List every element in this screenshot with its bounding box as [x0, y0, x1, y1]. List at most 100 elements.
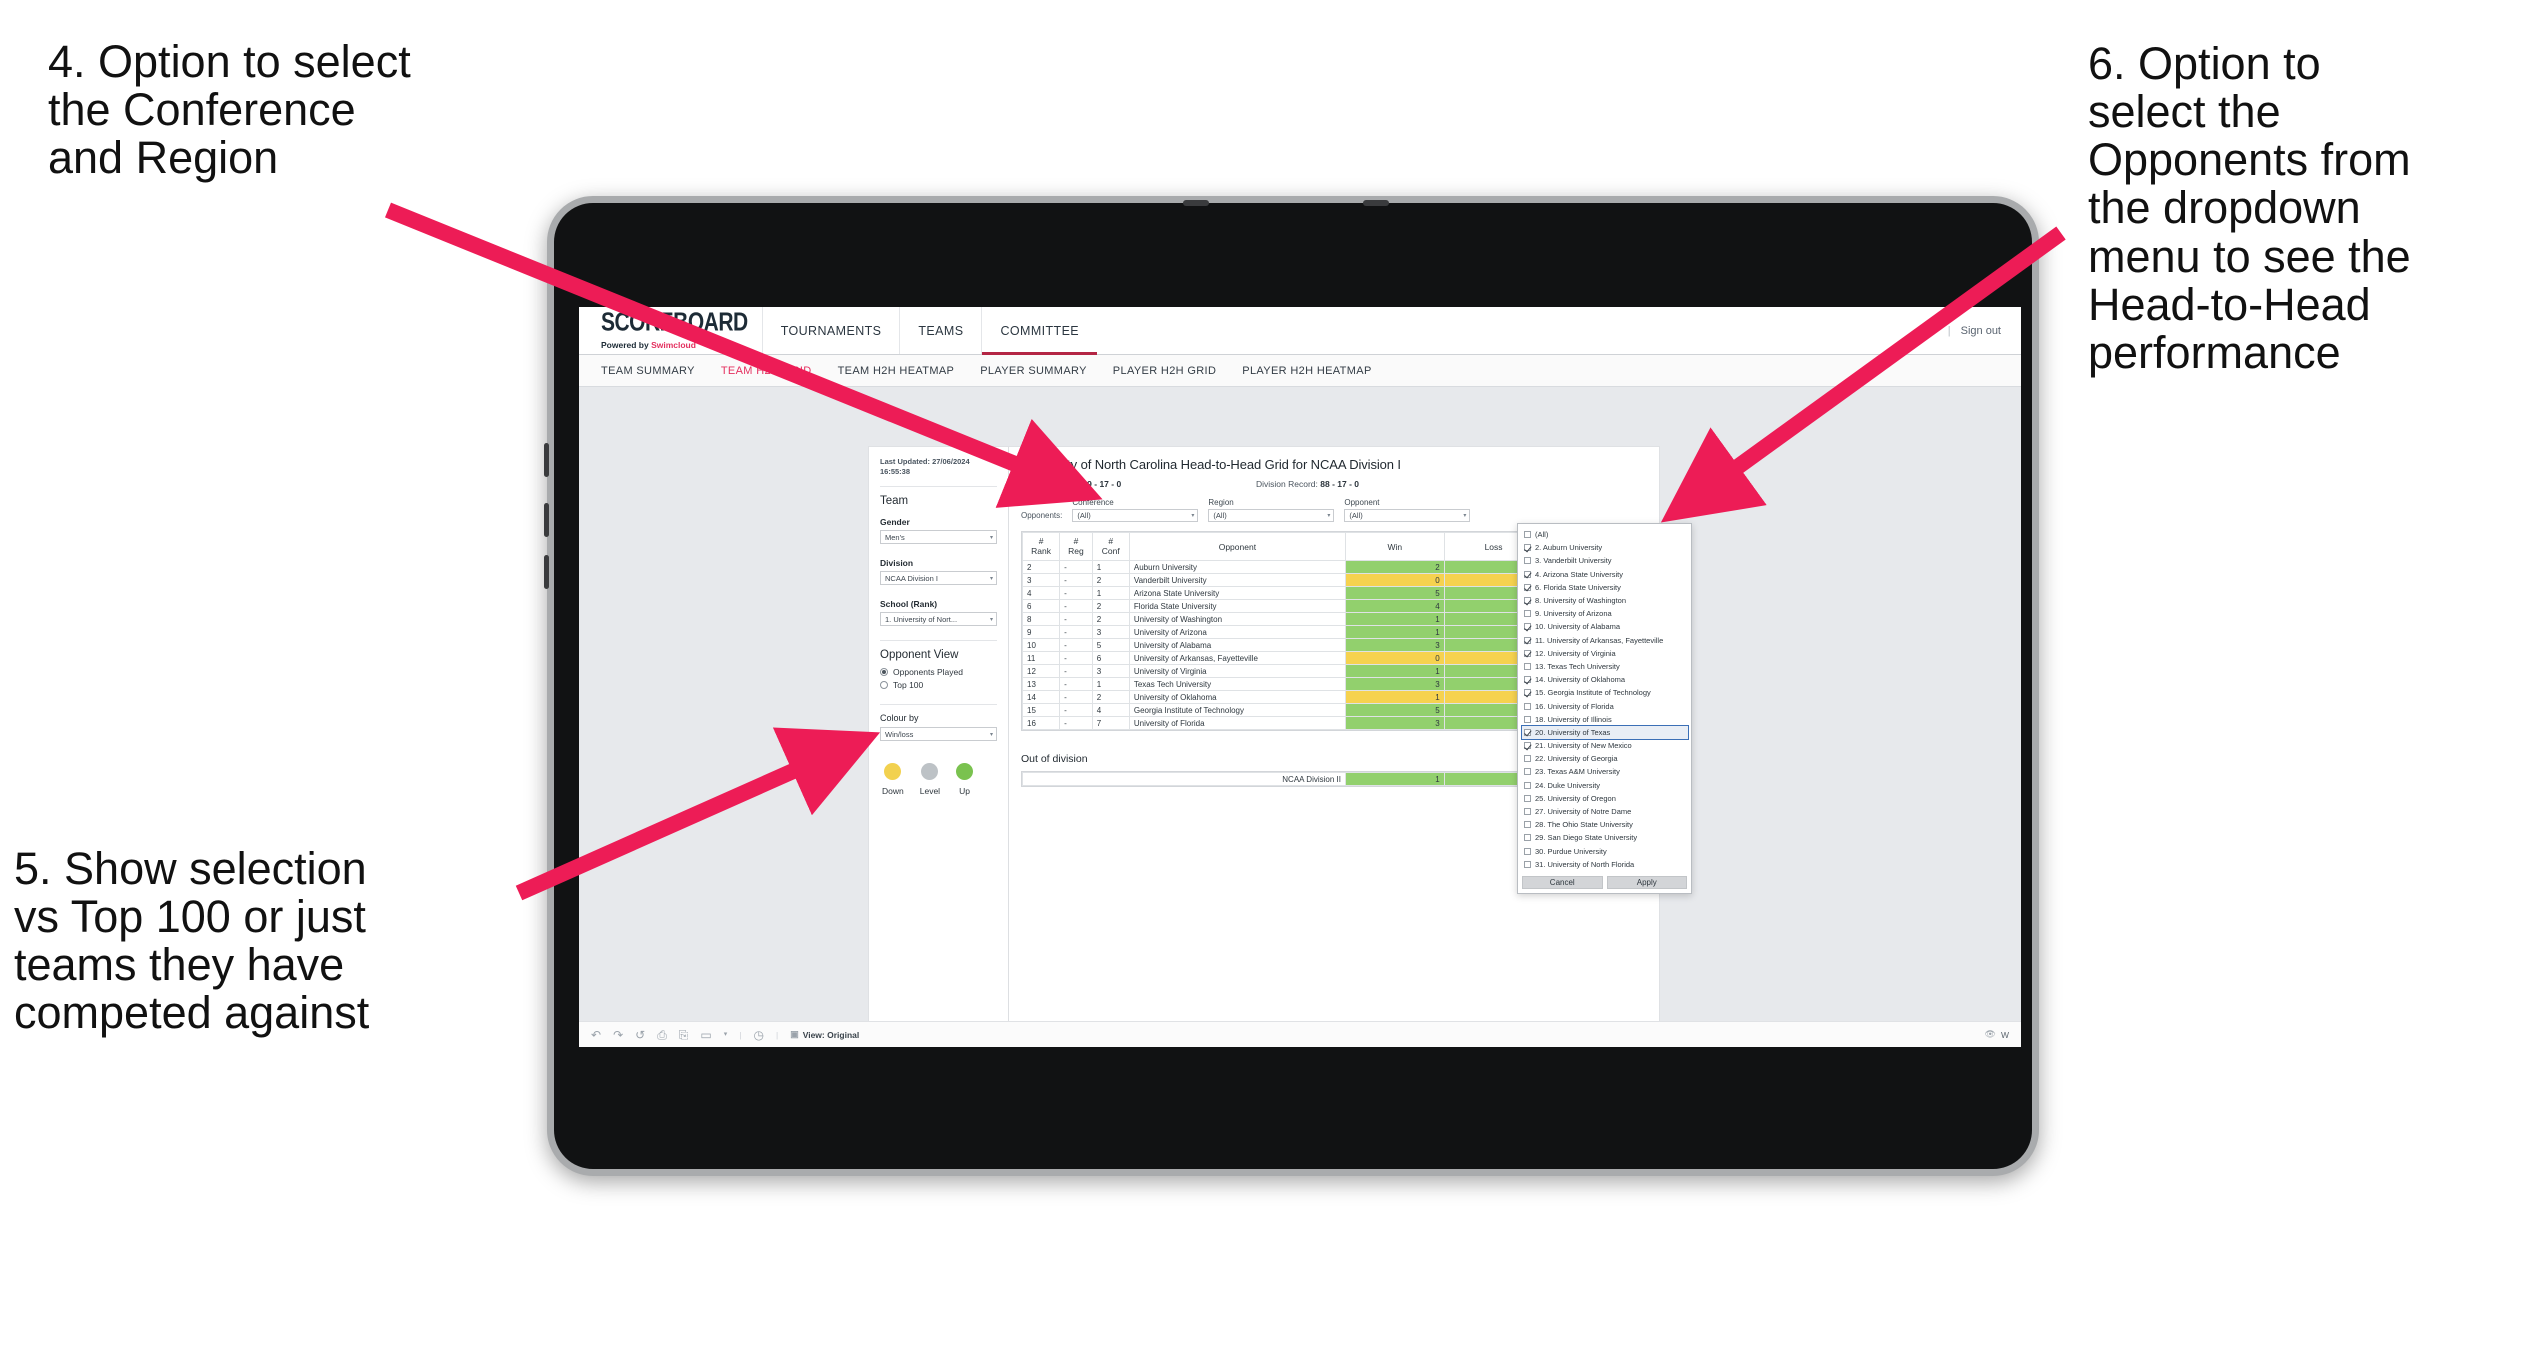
- table-row[interactable]: 2-1Auburn University21: [1021, 560, 1576, 574]
- opponent-dropdown-item[interactable]: 31. University of North Florida: [1522, 858, 1688, 871]
- checkbox-unchecked-icon[interactable]: [1524, 808, 1531, 816]
- undo-icon[interactable]: ↶: [591, 1029, 601, 1041]
- table-row[interactable]: NCAA Division II 1 0: [1022, 772, 1576, 786]
- cancel-button[interactable]: Cancel: [1522, 875, 1603, 889]
- subnav-team-h2h-heatmap[interactable]: TEAM H2H HEATMAP: [838, 365, 955, 377]
- table-row[interactable]: 13-1Texas Tech University30: [1021, 677, 1576, 691]
- subnav-team-h2h-grid[interactable]: TEAM H2H GRID: [721, 365, 812, 377]
- checkbox-unchecked-icon[interactable]: [1524, 557, 1531, 565]
- opponent-dropdown-item[interactable]: 15. Georgia Institute of Technology: [1522, 686, 1688, 699]
- checkbox-unchecked-icon[interactable]: [1524, 781, 1531, 789]
- table-row[interactable]: 11-6 University of Arkansas, Fayetteville…: [1021, 651, 1576, 665]
- checkbox-checked-icon[interactable]: [1524, 676, 1531, 684]
- checkbox-checked-icon[interactable]: [1524, 544, 1531, 552]
- opponent-dropdown-item[interactable]: 2. Auburn University: [1522, 541, 1688, 554]
- opponent-select[interactable]: (All) ▾: [1344, 509, 1471, 522]
- opponent-dropdown-item[interactable]: 21. University of New Mexico: [1522, 739, 1688, 752]
- power-button[interactable]: [544, 555, 549, 589]
- opponent-dropdown-item[interactable]: 18. University of Illinois: [1522, 713, 1688, 726]
- opponent-dropdown-item[interactable]: 28. The Ohio State University: [1522, 818, 1688, 831]
- opponent-dropdown-item[interactable]: 13. Texas Tech University: [1522, 660, 1688, 673]
- checkbox-unchecked-icon[interactable]: [1524, 821, 1531, 829]
- table-row[interactable]: 15-4Georgia Institute of Technology50: [1021, 703, 1576, 717]
- checkbox-checked-icon[interactable]: [1524, 649, 1531, 657]
- table-row[interactable]: 4-1Arizona State University51: [1021, 586, 1576, 600]
- table-row[interactable]: 16-7University of Florida31: [1021, 716, 1576, 730]
- view-original-button[interactable]: ▣ View: Original: [790, 1030, 859, 1040]
- table-row[interactable]: 10-5University of Alabama30: [1021, 638, 1576, 652]
- toolbar-right[interactable]: 👁 W: [1985, 1030, 2009, 1040]
- checkbox-checked-icon[interactable]: [1524, 636, 1531, 644]
- opponent-dropdown-item[interactable]: 25. University of Oregon: [1522, 792, 1688, 805]
- pause-refresh-icon[interactable]: ⎘: [679, 1029, 689, 1041]
- conference-select[interactable]: (All) ▾: [1072, 509, 1199, 522]
- chevron-down-icon[interactable]: ▾: [724, 1031, 728, 1038]
- opponent-dropdown-item[interactable]: 30. Purdue University: [1522, 845, 1688, 858]
- opponent-dropdown-item[interactable]: 8. University of Washington: [1522, 594, 1688, 607]
- checkbox-unchecked-icon[interactable]: [1524, 834, 1531, 842]
- opponent-dropdown-item[interactable]: 12. University of Virginia: [1522, 647, 1688, 660]
- checkbox-unchecked-icon[interactable]: [1524, 715, 1531, 723]
- device-layout-icon[interactable]: ▭: [700, 1029, 711, 1041]
- radio-top-100[interactable]: Top 100: [880, 680, 997, 690]
- opponent-dropdown-item[interactable]: 6. Florida State University: [1522, 581, 1688, 594]
- opponent-dropdown-item[interactable]: 9. University of Arizona: [1522, 607, 1688, 620]
- opponent-dropdown-item[interactable]: 14. University of Oklahoma: [1522, 673, 1688, 686]
- opponent-dropdown-item[interactable]: 3. Vanderbilt University: [1522, 554, 1688, 567]
- sign-out-link[interactable]: Sign out: [1961, 325, 2001, 337]
- checkbox-checked-icon[interactable]: [1524, 623, 1531, 631]
- opponent-dropdown-item[interactable]: 29. San Diego State University: [1522, 831, 1688, 844]
- subnav-player-h2h-heatmap[interactable]: PLAYER H2H HEATMAP: [1242, 365, 1371, 377]
- app-logo[interactable]: SCOREBOARD Powered by Swimcloud: [579, 307, 762, 354]
- checkbox-checked-icon[interactable]: [1524, 742, 1531, 750]
- topnav-teams[interactable]: TEAMS: [899, 307, 981, 354]
- checkbox-unchecked-icon[interactable]: [1524, 860, 1531, 868]
- table-row[interactable]: 8-2University of Washington10: [1021, 612, 1576, 626]
- checkbox-unchecked-icon[interactable]: [1524, 662, 1531, 670]
- subnav-player-h2h-grid[interactable]: PLAYER H2H GRID: [1113, 365, 1216, 377]
- opponent-dropdown-item[interactable]: 24. Duke University: [1522, 779, 1688, 792]
- radio-opponents-played[interactable]: Opponents Played: [880, 667, 997, 677]
- redo-icon[interactable]: ↷: [613, 1029, 623, 1041]
- checkbox-unchecked-icon[interactable]: [1524, 702, 1531, 710]
- volume-up-button[interactable]: [544, 443, 549, 477]
- opponent-dropdown-item[interactable]: 11. University of Arkansas, Fayetteville: [1522, 634, 1688, 647]
- opponent-dropdown-popup[interactable]: (All) 2. Auburn University 3. Vanderbilt U…: [1517, 523, 1692, 894]
- checkbox-unchecked-icon[interactable]: [1524, 755, 1531, 763]
- checkbox-unchecked-icon[interactable]: [1524, 794, 1531, 802]
- colour-by-select[interactable]: Win/loss ▾: [880, 727, 997, 742]
- region-select[interactable]: (All) ▾: [1208, 509, 1335, 522]
- checkbox-unchecked-icon[interactable]: [1524, 768, 1531, 776]
- school-rank-select[interactable]: 1. University of Nort... ▾: [880, 612, 997, 627]
- opponent-dropdown-item[interactable]: 4. Arizona State University: [1522, 568, 1688, 581]
- opponent-dropdown-item[interactable]: 22. University of Georgia: [1522, 752, 1688, 765]
- opponent-dropdown-item[interactable]: 10. University of Alabama: [1522, 620, 1688, 633]
- table-row[interactable]: 3-2Vanderbilt University04: [1021, 573, 1576, 587]
- gender-select[interactable]: Men's ▾: [880, 530, 997, 545]
- checkbox-checked-icon[interactable]: [1524, 728, 1531, 736]
- checkbox-checked-icon[interactable]: [1524, 570, 1531, 578]
- checkbox-unchecked-icon[interactable]: [1524, 610, 1531, 618]
- checkbox-checked-icon[interactable]: [1524, 689, 1531, 697]
- opponent-dropdown-item[interactable]: (All): [1522, 528, 1688, 541]
- checkbox-checked-icon[interactable]: [1524, 597, 1531, 605]
- revert-icon[interactable]: ↺: [635, 1029, 645, 1041]
- subnav-player-summary[interactable]: PLAYER SUMMARY: [980, 365, 1087, 377]
- clock-icon[interactable]: ◷: [753, 1029, 763, 1041]
- checkbox-unchecked-icon[interactable]: [1524, 847, 1531, 855]
- opponent-dropdown-item[interactable]: 20. University of Texas: [1521, 724, 1689, 741]
- subnav-team-summary[interactable]: TEAM SUMMARY: [601, 365, 695, 377]
- opponent-dropdown-list[interactable]: (All) 2. Auburn University 3. Vanderbilt U…: [1518, 524, 1691, 873]
- topnav-tournaments[interactable]: TOURNAMENTS: [761, 307, 900, 354]
- opponent-dropdown-item[interactable]: 16. University of Florida: [1522, 699, 1688, 712]
- checkbox-checked-icon[interactable]: [1524, 583, 1531, 591]
- table-row[interactable]: 12-3University of Virginia10: [1021, 664, 1576, 678]
- table-row[interactable]: 14-2University of Oklahoma12: [1021, 690, 1576, 704]
- opponent-dropdown-item[interactable]: 27. University of Notre Dame: [1522, 805, 1688, 818]
- opponent-dropdown-item[interactable]: 23. Texas A&M University: [1522, 765, 1688, 778]
- checkbox-unchecked-icon[interactable]: [1524, 531, 1531, 539]
- refresh-data-icon[interactable]: ⎙: [657, 1029, 667, 1041]
- table-row[interactable]: 6-2Florida State University42: [1021, 599, 1576, 613]
- division-select[interactable]: NCAA Division I ▾: [880, 571, 997, 586]
- apply-button[interactable]: Apply: [1606, 875, 1687, 889]
